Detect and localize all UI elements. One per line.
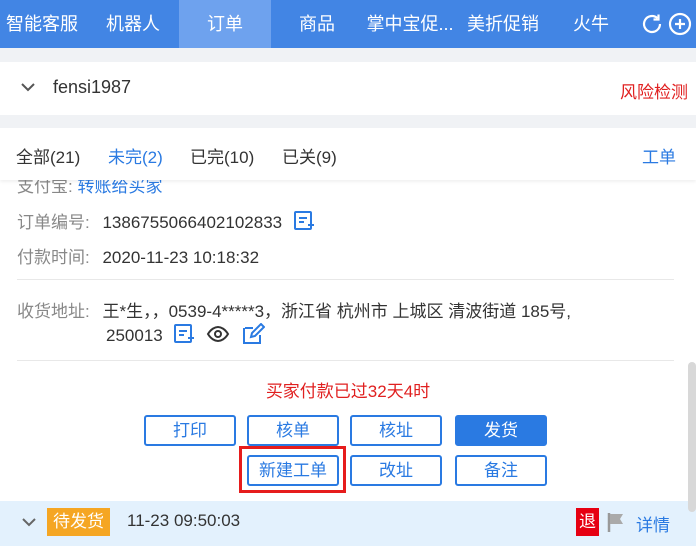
print-button[interactable]: 打印 [144, 415, 236, 446]
paid-time-row: 付款时间: 2020-11-23 10:18:32 [17, 243, 259, 268]
refund-badge: 退 [576, 508, 599, 536]
filter-closed[interactable]: 已关(9) [282, 143, 337, 168]
copy-note-icon[interactable] [173, 323, 195, 350]
copy-note-icon[interactable] [293, 210, 315, 237]
orders-panel: 支付宝: 转账给买家 订单编号: 1386755066402102833 付款时… [0, 128, 696, 551]
address-row: 收货地址: 王*生，，0539-4*****3，浙江省 杭州市 上城区 清波街道… [17, 297, 571, 322]
detail-link[interactable]: 详情 [636, 511, 670, 536]
eye-icon[interactable] [206, 325, 230, 348]
paid-time-value: 2020-11-23 10:18:32 [102, 248, 260, 267]
tab-smart-service[interactable]: 智能客服 [0, 0, 84, 48]
filter-finished[interactable]: 已完(10) [190, 143, 254, 168]
add-circle-icon[interactable] [668, 12, 692, 36]
filter-unfinished[interactable]: 未完(2) [108, 143, 163, 168]
verify-order-button[interactable]: 核单 [247, 415, 339, 446]
chevron-down-icon[interactable] [20, 80, 36, 99]
divider [17, 360, 674, 361]
address-line1: 王*生，，0539-4*****3，浙江省 杭州市 上城区 清波街道 185号, [102, 302, 572, 321]
tab-products[interactable]: 商品 [278, 0, 356, 48]
top-nav: 智能客服 机器人 订单 商品 掌中宝促... 美折促销 火牛 [0, 0, 696, 48]
tab-zhangzhongbao[interactable]: 掌中宝促... [362, 0, 458, 48]
flag-icon[interactable] [606, 511, 626, 538]
order-no-value: 1386755066402102833 [102, 213, 283, 232]
note-button[interactable]: 备注 [455, 455, 547, 486]
tab-meizhe[interactable]: 美折促销 [462, 0, 544, 48]
ticket-link[interactable]: 工单 [642, 143, 676, 168]
new-ticket-button[interactable]: 新建工单 [247, 455, 339, 486]
scrollbar[interactable] [688, 362, 696, 512]
filter-all[interactable]: 全部(21) [16, 143, 80, 168]
tab-huoniu[interactable]: 火牛 [560, 0, 622, 48]
chevron-down-icon[interactable] [22, 515, 36, 533]
refresh-icon[interactable] [640, 12, 664, 36]
pending-order-row[interactable]: 待发货 11-23 09:50:03 退 详情 [0, 501, 696, 546]
filter-tabs: 全部(21) 未完(2) 已完(10) 已关(9) 工单 [0, 128, 696, 180]
order-no-row: 订单编号: 1386755066402102833 [17, 208, 315, 237]
account-name: fensi1987 [53, 77, 132, 97]
tab-robot[interactable]: 机器人 [88, 0, 178, 48]
edit-icon[interactable] [241, 322, 266, 350]
address-line2-row: 250013 [106, 322, 266, 350]
divider [17, 279, 674, 280]
verify-address-button[interactable]: 核址 [350, 415, 442, 446]
order-detail: 支付宝: 转账给买家 订单编号: 1386755066402102833 付款时… [0, 128, 696, 551]
address-label: 收货地址: [17, 302, 90, 321]
order-no-label: 订单编号: [17, 213, 90, 232]
address-line2: 250013 [106, 325, 163, 345]
payment-warning: 买家付款已过32天4时 [265, 382, 431, 401]
tab-orders[interactable]: 订单 [179, 0, 271, 48]
ship-button[interactable]: 发货 [455, 415, 547, 446]
risk-check-link[interactable]: 风险检测 [620, 78, 688, 103]
account-row: fensi1987 风险检测 [0, 62, 696, 115]
change-address-button[interactable]: 改址 [350, 455, 442, 486]
paid-time-label: 付款时间: [17, 248, 90, 267]
status-badge: 待发货 [47, 508, 110, 536]
order-time: 11-23 09:50:03 [127, 511, 241, 530]
